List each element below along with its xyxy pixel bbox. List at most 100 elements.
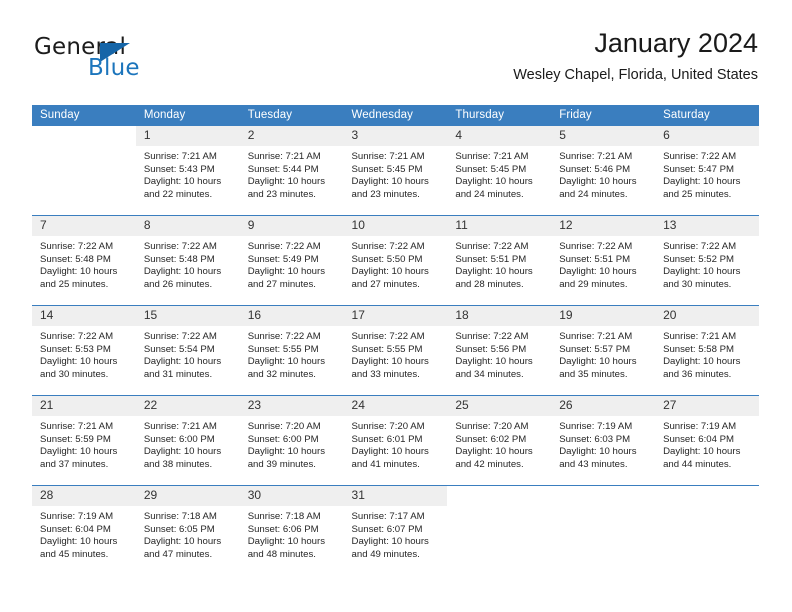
- calendar-day-cell[interactable]: 14 Sunrise: 7:22 AM Sunset: 5:53 PM Dayligh…: [32, 305, 136, 396]
- calendar-day-cell[interactable]: 1 Sunrise: 7:21 AM Sunset: 5:43 PM Daylight…: [135, 126, 240, 216]
- calendar-day-cell[interactable]: 3 Sunrise: 7:21 AM Sunset: 5:45 PM Daylight…: [343, 126, 448, 216]
- daylight-duration-line1: Daylight: 10 hours: [247, 176, 326, 188]
- calendar-day-cell[interactable]: 10 Sunrise: 7:22 AM Sunset: 5:50 PM Dayligh…: [343, 215, 448, 306]
- calendar-day-cell[interactable]: 28 Sunrise: 7:19 AM Sunset: 6:04 PM Dayligh…: [32, 485, 136, 575]
- calendar-day-cell[interactable]: 25 Sunrise: 7:20 AM Sunset: 6:02 PM Dayligh…: [447, 395, 552, 486]
- calendar-header-row: Sunday Monday Tuesday Wednesday Thursday…: [32, 105, 759, 126]
- daylight-duration-line2: and 33 minutes.: [351, 368, 420, 380]
- day-number: 18: [447, 306, 552, 326]
- calendar-day-cell[interactable]: 19 Sunrise: 7:21 AM Sunset: 5:57 PM Dayligh…: [551, 305, 656, 396]
- calendar-day-cell[interactable]: 9 Sunrise: 7:22 AM Sunset: 5:49 PM Daylight…: [239, 215, 344, 306]
- daylight-duration-line2: and 49 minutes.: [351, 548, 420, 560]
- daylight-duration-line1: Daylight: 10 hours: [143, 536, 222, 548]
- sunrise-time: Sunrise: 7:20 AM: [351, 421, 425, 432]
- calendar-day-cell[interactable]: 30 Sunrise: 7:18 AM Sunset: 6:06 PM Dayligh…: [239, 485, 344, 575]
- daylight-duration-line2: and 42 minutes.: [455, 458, 524, 470]
- sunrise-time: Sunrise: 7:22 AM: [455, 331, 529, 342]
- weekday-header-friday: Friday: [551, 105, 656, 126]
- calendar-day-cell[interactable]: 24 Sunrise: 7:20 AM Sunset: 6:01 PM Dayligh…: [343, 395, 448, 486]
- sunrise-time: Sunrise: 7:21 AM: [143, 421, 217, 432]
- calendar-day-cell[interactable]: 26 Sunrise: 7:19 AM Sunset: 6:03 PM Dayligh…: [551, 395, 656, 486]
- sunrise-time: Sunrise: 7:20 AM: [247, 421, 321, 432]
- sunset-time: Sunset: 5:48 PM: [143, 253, 215, 265]
- calendar-day-cell[interactable]: 5 Sunrise: 7:21 AM Sunset: 5:46 PM Daylight…: [551, 126, 656, 216]
- day-details: Sunrise: 7:22 AM Sunset: 5:53 PM Daylight:…: [32, 326, 136, 381]
- page-title: January 2024: [594, 28, 758, 58]
- day-number: 25: [447, 396, 552, 416]
- daylight-duration-line1: Daylight: 10 hours: [351, 356, 429, 368]
- sunrise-time: Sunrise: 7:22 AM: [143, 241, 217, 252]
- day-details: Sunrise: 7:22 AM Sunset: 5:54 PM Daylight:…: [136, 326, 240, 381]
- calendar-day-cell[interactable]: 17 Sunrise: 7:22 AM Sunset: 5:55 PM Dayligh…: [343, 305, 448, 396]
- day-number: 4: [447, 126, 552, 146]
- sunrise-time: Sunrise: 7:22 AM: [247, 241, 321, 252]
- daylight-duration-line1: Daylight: 10 hours: [40, 446, 118, 458]
- sunset-time: Sunset: 5:51 PM: [559, 253, 631, 265]
- sunrise-time: Sunrise: 7:18 AM: [143, 511, 217, 522]
- daylight-duration-line1: Daylight: 10 hours: [351, 446, 429, 458]
- sunset-time: Sunset: 6:04 PM: [663, 433, 734, 445]
- calendar-day-cell[interactable]: 8 Sunrise: 7:22 AM Sunset: 5:48 PM Daylight…: [135, 215, 240, 306]
- sunrise-time: Sunrise: 7:21 AM: [143, 151, 217, 162]
- day-number: 19: [551, 306, 656, 326]
- day-number: 17: [343, 306, 448, 326]
- calendar-day-cell[interactable]: 4 Sunrise: 7:21 AM Sunset: 5:45 PM Daylight…: [447, 126, 552, 216]
- day-number: 23: [239, 396, 344, 416]
- weekday-header-sunday: Sunday: [32, 105, 136, 126]
- calendar-day-cell[interactable]: 27 Sunrise: 7:19 AM Sunset: 6:04 PM Dayligh…: [655, 395, 759, 486]
- sunrise-time: Sunrise: 7:21 AM: [455, 151, 529, 162]
- day-number: 24: [343, 396, 448, 416]
- calendar-day-cell[interactable]: 23 Sunrise: 7:20 AM Sunset: 6:00 PM Dayligh…: [239, 395, 344, 486]
- day-details: Sunrise: 7:19 AM Sunset: 6:04 PM Daylight:…: [655, 416, 759, 471]
- sunrise-time: Sunrise: 7:20 AM: [455, 421, 529, 432]
- daylight-duration-line2: and 32 minutes.: [247, 368, 316, 380]
- calendar-day-cell[interactable]: 7 Sunrise: 7:22 AM Sunset: 5:48 PM Daylight…: [32, 215, 136, 306]
- day-number: 29: [135, 486, 240, 506]
- sunset-time: Sunset: 5:45 PM: [455, 163, 527, 175]
- calendar-day-cell[interactable]: 11 Sunrise: 7:22 AM Sunset: 5:51 PM Dayligh…: [447, 215, 552, 306]
- sunset-time: Sunset: 5:53 PM: [40, 343, 111, 355]
- daylight-duration-line1: Daylight: 10 hours: [247, 356, 326, 368]
- calendar-day-cell-empty: [32, 126, 136, 216]
- sunset-time: Sunset: 5:47 PM: [663, 163, 734, 175]
- calendar-day-cell[interactable]: 22 Sunrise: 7:21 AM Sunset: 6:00 PM Dayligh…: [135, 395, 240, 486]
- daylight-duration-line1: Daylight: 10 hours: [455, 446, 533, 458]
- day-number: 26: [551, 396, 656, 416]
- day-number: 31: [343, 486, 448, 506]
- sunset-time: Sunset: 5:52 PM: [663, 253, 734, 265]
- day-number: 13: [655, 216, 759, 236]
- day-number: 7: [32, 216, 136, 236]
- calendar-day-cell[interactable]: 16 Sunrise: 7:22 AM Sunset: 5:55 PM Dayligh…: [239, 305, 344, 396]
- daylight-duration-line2: and 24 minutes.: [455, 188, 524, 200]
- weekday-header-monday: Monday: [135, 105, 240, 126]
- calendar-day-cell[interactable]: 21 Sunrise: 7:21 AM Sunset: 5:59 PM Dayligh…: [32, 395, 136, 486]
- calendar-day-cell[interactable]: 6 Sunrise: 7:22 AM Sunset: 5:47 PM Daylight…: [655, 126, 759, 216]
- sunrise-time: Sunrise: 7:21 AM: [559, 331, 633, 342]
- calendar-day-cell[interactable]: 31 Sunrise: 7:17 AM Sunset: 6:07 PM Dayligh…: [343, 485, 448, 575]
- daylight-duration-line1: Daylight: 10 hours: [663, 176, 741, 188]
- daylight-duration-line2: and 44 minutes.: [663, 458, 732, 470]
- calendar-day-cell[interactable]: 15 Sunrise: 7:22 AM Sunset: 5:54 PM Dayligh…: [135, 305, 240, 396]
- daylight-duration-line1: Daylight: 10 hours: [40, 536, 118, 548]
- sunrise-time: Sunrise: 7:22 AM: [143, 331, 217, 342]
- calendar-day-cell[interactable]: 18 Sunrise: 7:22 AM Sunset: 5:56 PM Dayligh…: [447, 305, 552, 396]
- calendar-day-cell[interactable]: 12 Sunrise: 7:22 AM Sunset: 5:51 PM Dayligh…: [551, 215, 656, 306]
- sunset-time: Sunset: 5:44 PM: [247, 163, 319, 175]
- sunset-time: Sunset: 5:45 PM: [351, 163, 423, 175]
- daylight-duration-line2: and 31 minutes.: [143, 368, 213, 380]
- daylight-duration-line1: Daylight: 10 hours: [559, 356, 637, 368]
- daylight-duration-line2: and 30 minutes.: [663, 278, 732, 290]
- day-details: Sunrise: 7:22 AM Sunset: 5:56 PM Daylight:…: [447, 326, 551, 381]
- calendar-day-cell[interactable]: 20 Sunrise: 7:21 AM Sunset: 5:58 PM Dayligh…: [655, 305, 759, 396]
- day-number: 2: [239, 126, 344, 146]
- sunrise-time: Sunrise: 7:18 AM: [247, 511, 321, 522]
- calendar-day-cell[interactable]: 29 Sunrise: 7:18 AM Sunset: 6:05 PM Dayligh…: [135, 485, 240, 575]
- daylight-duration-line1: Daylight: 10 hours: [455, 356, 533, 368]
- calendar-day-cell[interactable]: 2 Sunrise: 7:21 AM Sunset: 5:44 PM Daylight…: [239, 126, 344, 216]
- sunrise-time: Sunrise: 7:22 AM: [40, 331, 114, 342]
- calendar-day-cell-empty: [655, 485, 759, 575]
- sunrise-time: Sunrise: 7:22 AM: [351, 331, 425, 342]
- day-details: Sunrise: 7:20 AM Sunset: 6:01 PM Daylight:…: [344, 416, 448, 471]
- calendar-day-cell[interactable]: 13 Sunrise: 7:22 AM Sunset: 5:52 PM Dayligh…: [655, 215, 759, 306]
- day-number: 3: [343, 126, 448, 146]
